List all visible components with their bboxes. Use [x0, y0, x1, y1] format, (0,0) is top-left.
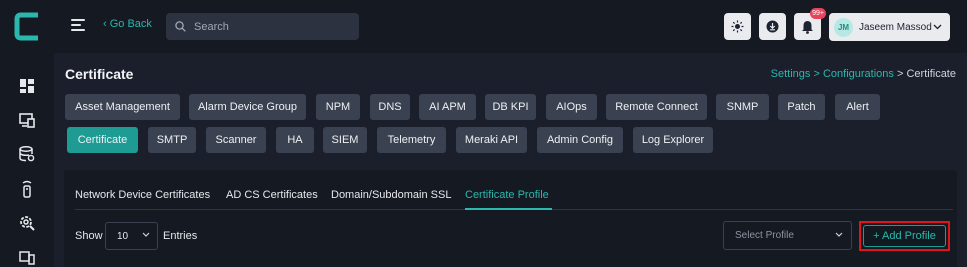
breadcrumb-settings[interactable]: Settings	[771, 68, 811, 80]
download-icon	[766, 20, 779, 33]
avatar: JM	[834, 17, 853, 37]
nav-ha[interactable]: HA	[276, 127, 314, 153]
nav-scanner[interactable]: Scanner	[206, 127, 266, 153]
app-logo[interactable]	[13, 11, 40, 42]
tab-ad-cs-certificates[interactable]: AD CS Certificates	[226, 189, 318, 201]
search-input[interactable]	[194, 20, 344, 33]
nav-npm[interactable]: NPM	[316, 94, 360, 120]
nav-smtp[interactable]: SMTP	[148, 127, 196, 153]
breadcrumb-separator: >	[813, 68, 820, 80]
add-profile-button[interactable]: + Add Profile	[863, 225, 946, 247]
nav-dns[interactable]: DNS	[370, 94, 410, 120]
breadcrumb-separator: >	[896, 68, 904, 80]
user-name: Jaseem Massod	[859, 21, 932, 33]
nav-alarm-device-group[interactable]: Alarm Device Group	[189, 94, 306, 120]
nav-aiops[interactable]: AIOps	[546, 94, 597, 120]
sidebar	[0, 0, 54, 267]
tab-network-device-certificates[interactable]: Network Device Certificates	[75, 189, 210, 201]
nav-patch[interactable]: Patch	[778, 94, 825, 120]
nav-db-kpi[interactable]: DB KPI	[485, 94, 536, 120]
show-label: Show	[75, 230, 103, 242]
menu-toggle-icon[interactable]	[71, 19, 85, 31]
remote-icon[interactable]	[18, 180, 36, 198]
database-icon[interactable]	[18, 145, 36, 163]
search-icon	[175, 21, 186, 32]
nav-admin-config[interactable]: Admin Config	[537, 127, 623, 153]
select-profile-placeholder: Select Profile	[735, 230, 794, 241]
bell-icon	[802, 20, 813, 34]
entries-label: Entries	[163, 230, 198, 242]
breadcrumb-current: Certificate	[906, 68, 956, 80]
chevron-down-icon	[142, 232, 150, 237]
theme-toggle-button[interactable]	[724, 13, 751, 40]
settings-search-icon[interactable]	[18, 214, 36, 232]
page-title: Certificate	[65, 66, 134, 82]
notifications-button[interactable]: 99+	[794, 8, 826, 40]
tab-certificate-profile[interactable]: Certificate Profile	[465, 189, 549, 201]
download-button[interactable]	[759, 13, 786, 40]
entries-value: 10	[117, 230, 129, 242]
active-tab-indicator	[465, 208, 552, 210]
tab-domain-subdomain-ssl[interactable]: Domain/Subdomain SSL	[331, 189, 451, 201]
nav-ai-apm[interactable]: AI APM	[419, 94, 476, 120]
search-box[interactable]	[166, 13, 359, 40]
select-profile-dropdown[interactable]: Select Profile	[723, 221, 852, 250]
go-back-link[interactable]: ‹ Go Back	[103, 18, 152, 30]
nav-telemetry[interactable]: Telemetry	[377, 127, 446, 153]
nav-meraki-api[interactable]: Meraki API	[456, 127, 527, 153]
nav-asset-management[interactable]: Asset Management	[65, 94, 180, 120]
chevron-down-icon	[835, 232, 843, 237]
topbar: ‹ Go Back 99+ JM Jaseem Massod	[54, 0, 967, 53]
certificate-panel: Network Device Certificates AD CS Certif…	[64, 170, 957, 267]
monitor-icon[interactable]	[18, 249, 36, 267]
nav-alert[interactable]: Alert	[835, 94, 880, 120]
entries-select[interactable]: 10	[105, 222, 158, 250]
dashboard-icon[interactable]	[18, 77, 36, 95]
nav-siem[interactable]: SIEM	[323, 127, 367, 153]
nav-remote-connect[interactable]: Remote Connect	[606, 94, 707, 120]
nav-snmp[interactable]: SNMP	[716, 94, 769, 120]
nav-log-explorer[interactable]: Log Explorer	[633, 127, 713, 153]
notification-count-badge: 99+	[810, 8, 826, 19]
sun-icon	[731, 20, 744, 33]
nav-certificate[interactable]: Certificate	[67, 127, 138, 153]
breadcrumb: Settings > Configurations > Certificate	[771, 68, 956, 80]
chevron-down-icon	[933, 24, 942, 30]
breadcrumb-configurations[interactable]: Configurations	[823, 68, 894, 80]
devices-icon[interactable]	[18, 111, 36, 129]
user-menu[interactable]: JM Jaseem Massod	[829, 13, 950, 41]
